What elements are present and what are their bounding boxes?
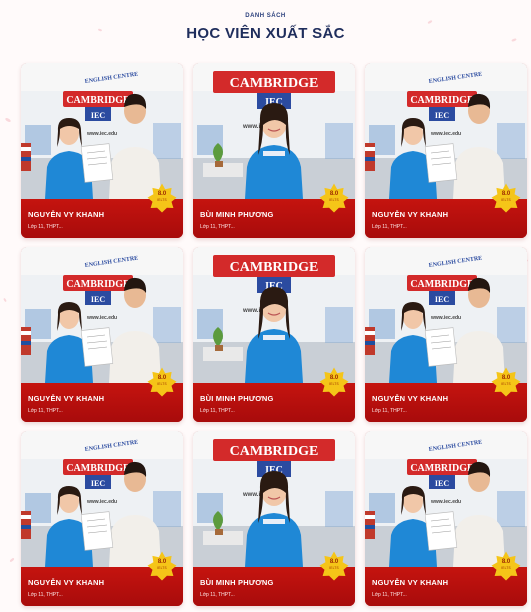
svg-text:IEC: IEC (435, 111, 449, 120)
score-badge: 8.0 IELTS (491, 367, 521, 397)
score-value: 8.0 (329, 191, 339, 197)
score-badge: 8.0 IELTS (319, 551, 349, 581)
student-photo: ENGLISH CENTRE CAMBRIDGE IEC www.iec.edu (21, 431, 183, 567)
student-photo: CAMBRIDGE IEC www.iec.edu (193, 431, 355, 567)
score-badge: 8.0 IELTS (147, 551, 177, 581)
student-photo: CAMBRIDGE IEC www.iec.edu (193, 63, 355, 199)
student-name: NGUYỄN VY KHANH (28, 578, 105, 587)
score-value: 8.0 (157, 375, 167, 381)
student-name: NGUYỄN VY KHANH (372, 210, 449, 219)
section-header: DANH SÁCH HỌC VIÊN XUẤT SẮC (0, 0, 531, 42)
student-photo: CAMBRIDGE IEC www.iec.edu (193, 247, 355, 383)
svg-text:IEC: IEC (91, 479, 105, 488)
student-card[interactable]: CAMBRIDGE IEC www.iec.edu BÙI MINH PHƯƠN… (193, 63, 355, 238)
student-card[interactable]: CAMBRIDGE IEC www.iec.edu BÙI MINH PHƯƠN… (193, 431, 355, 606)
student-photo: ENGLISH CENTRE CAMBRIDGE IEC www.iec.edu (365, 63, 527, 199)
score-label: IELTS (329, 198, 339, 202)
svg-text:www.iec.edu: www.iec.edu (430, 499, 461, 505)
svg-text:IEC: IEC (91, 295, 105, 304)
student-class: Lớp 11, THPT... (28, 408, 63, 414)
svg-text:CAMBRIDGE: CAMBRIDGE (66, 279, 130, 290)
svg-text:CAMBRIDGE: CAMBRIDGE (230, 260, 319, 275)
score-label: IELTS (157, 566, 167, 570)
section-eyebrow: DANH SÁCH (245, 13, 286, 19)
student-card[interactable]: ENGLISH CENTRE CAMBRIDGE IEC www.iec.edu… (21, 431, 183, 606)
svg-text:CAMBRIDGE: CAMBRIDGE (230, 444, 319, 459)
score-value: 8.0 (501, 375, 511, 381)
student-class: Lớp 11, THPT... (372, 408, 407, 414)
svg-text:www.iec.edu: www.iec.edu (86, 499, 117, 505)
svg-text:www.iec.edu: www.iec.edu (430, 131, 461, 137)
student-photo: ENGLISH CENTRE CAMBRIDGE IEC www.iec.edu (21, 63, 183, 199)
score-badge: 8.0 IELTS (147, 183, 177, 213)
svg-text:IEC: IEC (435, 295, 449, 304)
score-badge: 8.0 IELTS (147, 367, 177, 397)
score-value: 8.0 (157, 559, 167, 565)
student-class: Lớp 11, THPT... (28, 224, 63, 230)
svg-text:www.iec.edu: www.iec.edu (86, 131, 117, 137)
student-name: BÙI MINH PHƯƠNG (200, 578, 274, 587)
score-value: 8.0 (157, 191, 167, 197)
section-title: HỌC VIÊN XUẤT SẮC (186, 25, 345, 42)
score-label: IELTS (501, 566, 511, 570)
score-badge: 8.0 IELTS (319, 367, 349, 397)
student-card[interactable]: CAMBRIDGE IEC www.iec.edu BÙI MINH PHƯƠN… (193, 247, 355, 422)
score-value: 8.0 (501, 191, 511, 197)
student-class: Lớp 11, THPT... (28, 592, 63, 598)
svg-text:CAMBRIDGE: CAMBRIDGE (66, 463, 130, 474)
student-name: NGUYỄN VY KHANH (28, 394, 105, 403)
student-name: NGUYỄN VY KHANH (372, 394, 449, 403)
svg-text:CAMBRIDGE: CAMBRIDGE (66, 95, 130, 106)
student-class: Lớp 11, THPT... (372, 224, 407, 230)
student-name: NGUYỄN VY KHANH (372, 578, 449, 587)
students-grid: ENGLISH CENTRE CAMBRIDGE IEC www.iec.edu… (21, 63, 527, 606)
svg-text:CAMBRIDGE: CAMBRIDGE (410, 463, 474, 474)
svg-text:CAMBRIDGE: CAMBRIDGE (410, 279, 474, 290)
student-name: BÙI MINH PHƯƠNG (200, 394, 274, 403)
student-class: Lớp 11, THPT... (372, 592, 407, 598)
student-class: Lớp 11, THPT... (200, 224, 235, 230)
score-value: 8.0 (329, 559, 339, 565)
score-badge: 8.0 IELTS (491, 183, 521, 213)
svg-text:www.iec.edu: www.iec.edu (86, 315, 117, 321)
score-label: IELTS (501, 382, 511, 386)
score-badge: 8.0 IELTS (491, 551, 521, 581)
student-card[interactable]: ENGLISH CENTRE CAMBRIDGE IEC www.iec.edu… (365, 247, 527, 422)
student-photo: ENGLISH CENTRE CAMBRIDGE IEC www.iec.edu (365, 431, 527, 567)
student-card[interactable]: ENGLISH CENTRE CAMBRIDGE IEC www.iec.edu… (365, 63, 527, 238)
svg-text:IEC: IEC (91, 111, 105, 120)
svg-text:IEC: IEC (435, 479, 449, 488)
student-photo: ENGLISH CENTRE CAMBRIDGE IEC www.iec.edu (21, 247, 183, 383)
student-name: BÙI MINH PHƯƠNG (200, 210, 274, 219)
score-label: IELTS (157, 198, 167, 202)
svg-text:CAMBRIDGE: CAMBRIDGE (410, 95, 474, 106)
score-label: IELTS (329, 382, 339, 386)
score-label: IELTS (329, 566, 339, 570)
svg-text:www.iec.edu: www.iec.edu (430, 315, 461, 321)
student-card[interactable]: ENGLISH CENTRE CAMBRIDGE IEC www.iec.edu… (365, 431, 527, 606)
score-label: IELTS (501, 198, 511, 202)
score-badge: 8.0 IELTS (319, 183, 349, 213)
score-value: 8.0 (329, 375, 339, 381)
student-class: Lớp 11, THPT... (200, 592, 235, 598)
student-name: NGUYỄN VY KHANH (28, 210, 105, 219)
student-card[interactable]: ENGLISH CENTRE CAMBRIDGE IEC www.iec.edu… (21, 247, 183, 422)
student-class: Lớp 11, THPT... (200, 408, 235, 414)
student-card[interactable]: ENGLISH CENTRE CAMBRIDGE IEC www.iec.edu… (21, 63, 183, 238)
score-label: IELTS (157, 382, 167, 386)
student-photo: ENGLISH CENTRE CAMBRIDGE IEC www.iec.edu (365, 247, 527, 383)
score-value: 8.0 (501, 559, 511, 565)
svg-text:CAMBRIDGE: CAMBRIDGE (230, 76, 319, 91)
